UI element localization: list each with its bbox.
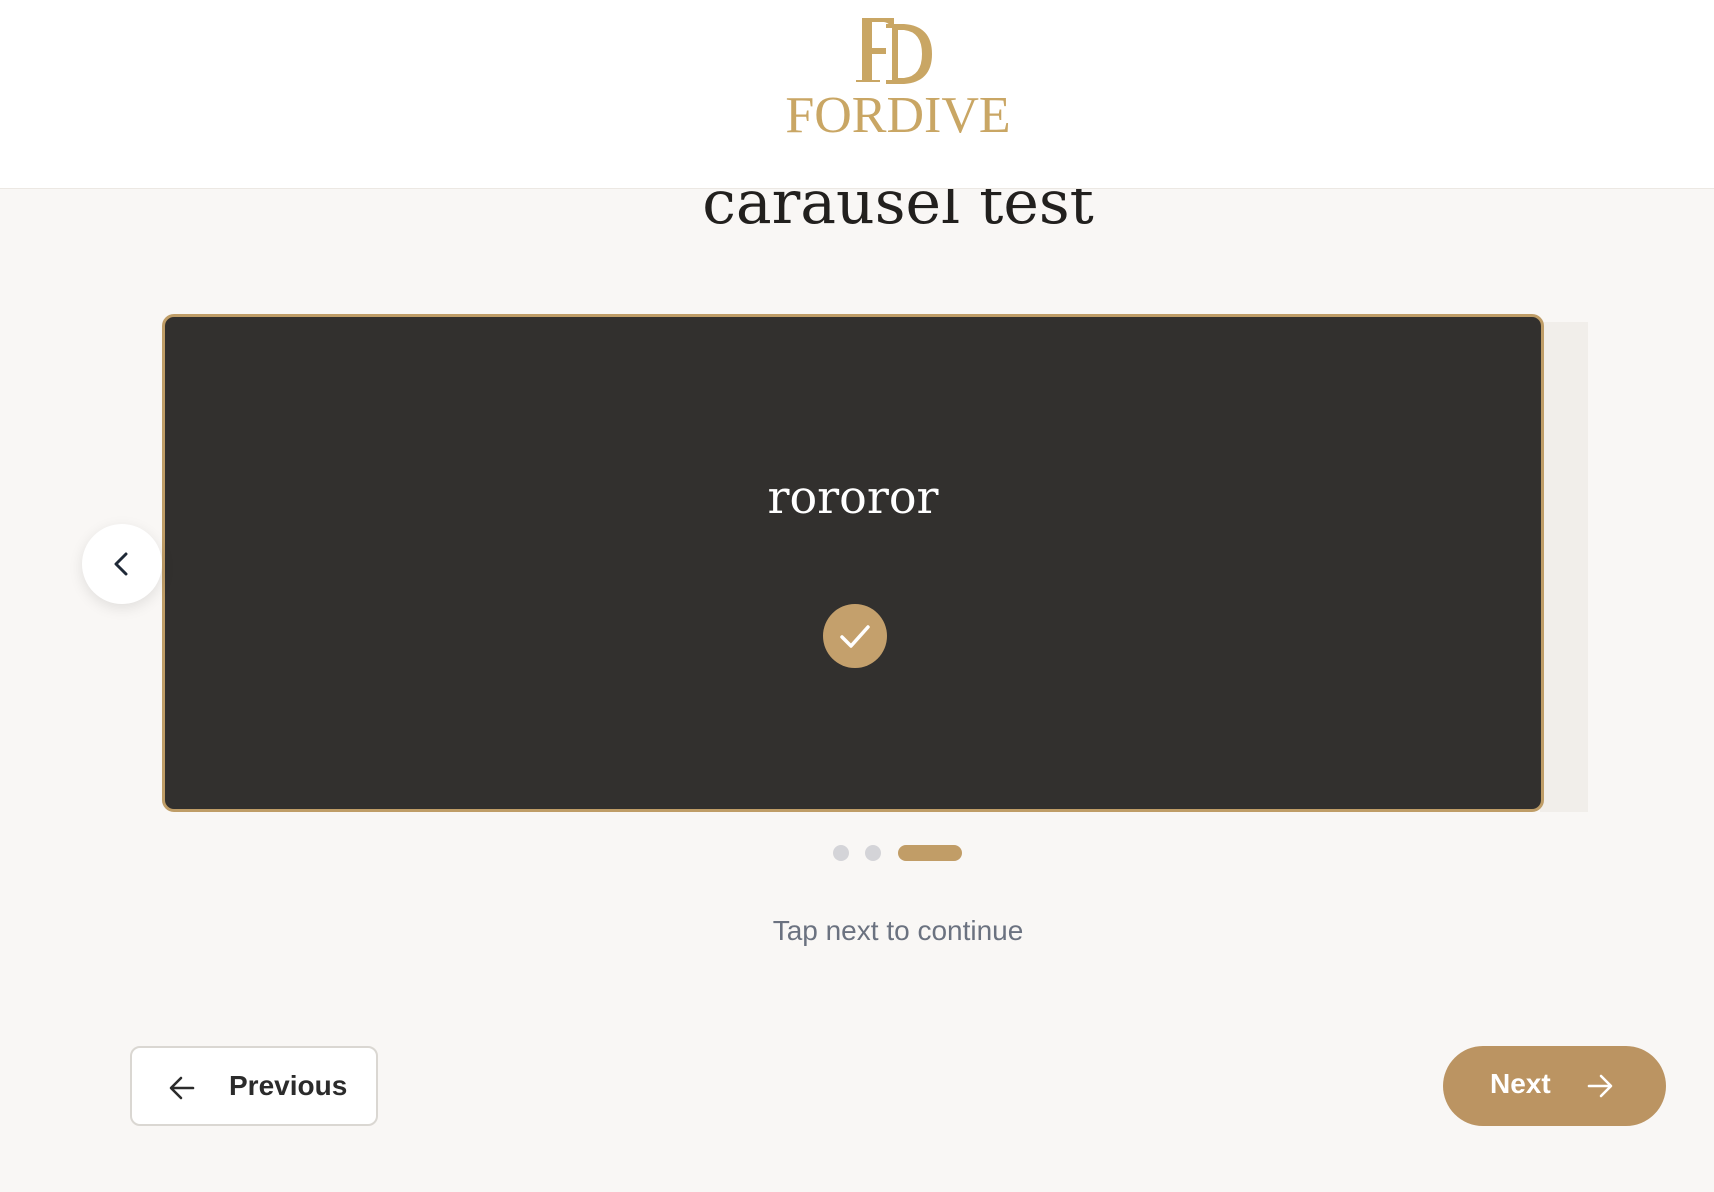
logo-wordmark: FORDIVE xyxy=(785,87,1011,144)
carousel-dot-1[interactable] xyxy=(833,845,849,861)
chevron-left-icon xyxy=(114,552,128,576)
arrow-left-icon xyxy=(169,1076,195,1100)
carousel-prev-button[interactable] xyxy=(82,524,162,604)
next-button-label: Next xyxy=(1490,1068,1551,1099)
previous-button[interactable]: Previous xyxy=(130,1046,378,1126)
carousel-slide-card[interactable]: rororor xyxy=(162,314,1544,812)
check-icon xyxy=(840,625,870,648)
next-button[interactable]: Next xyxy=(1443,1046,1666,1126)
slide-title: rororor xyxy=(767,470,939,524)
selected-check-badge xyxy=(823,604,887,668)
arrow-right-icon xyxy=(1587,1074,1613,1098)
fordive-logo[interactable]: FORDIVE xyxy=(773,12,1023,144)
card-edge-shadow xyxy=(1540,322,1588,812)
logo-monogram xyxy=(856,18,932,84)
carousel-dot-2[interactable] xyxy=(865,845,881,861)
app-header: FORDIVE xyxy=(0,0,1714,189)
continue-hint: Tap next to continue xyxy=(772,915,1024,946)
carousel-dot-3-active[interactable] xyxy=(898,845,962,861)
previous-button-label: Previous xyxy=(229,1070,348,1101)
